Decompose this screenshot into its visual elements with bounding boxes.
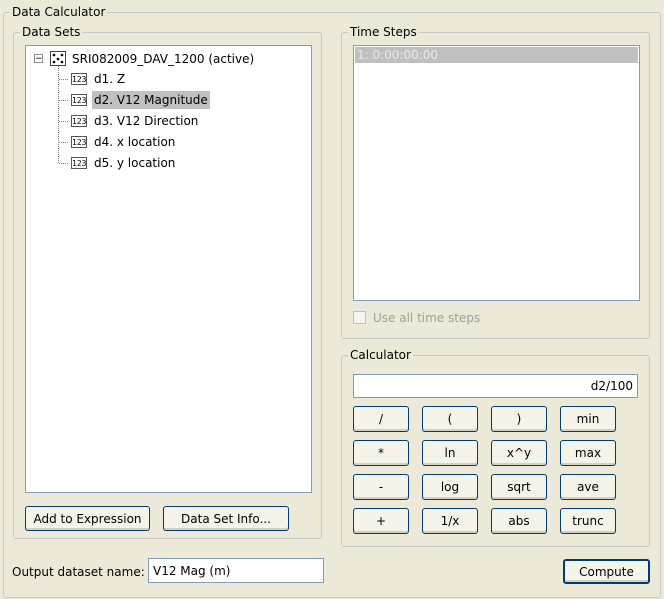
tree-line-h4 bbox=[59, 142, 68, 143]
data-set-info-button[interactable]: Data Set Info... bbox=[163, 506, 289, 531]
numeric-dataset-icon: 123 bbox=[71, 136, 87, 148]
reciprocal-button[interactable]: 1/x bbox=[422, 508, 478, 534]
dataset-label: d5. y location bbox=[94, 156, 176, 170]
mesh-icon bbox=[50, 51, 66, 66]
time-step-label: 1: 0:00:00:00 bbox=[357, 48, 439, 62]
add-to-expression-button[interactable]: Add to Expression bbox=[25, 506, 150, 531]
abs-button[interactable]: abs bbox=[491, 508, 547, 534]
close-paren-button[interactable]: ) bbox=[491, 406, 547, 432]
time-steps-legend: Time Steps bbox=[348, 25, 419, 39]
add-button[interactable]: + bbox=[353, 508, 409, 534]
data-sets-legend: Data Sets bbox=[20, 25, 83, 39]
tree-expander-icon[interactable]: − bbox=[34, 54, 43, 64]
output-dataset-name-label: Output dataset name: bbox=[12, 565, 145, 579]
numeric-dataset-icon: 123 bbox=[71, 157, 87, 169]
use-all-time-steps-label: Use all time steps bbox=[373, 311, 481, 325]
time-step-item[interactable]: 1: 0:00:00:00 bbox=[355, 47, 638, 63]
dataset-label: d3. V12 Direction bbox=[94, 114, 199, 128]
compute-button[interactable]: Compute bbox=[563, 559, 650, 584]
ln-button[interactable]: ln bbox=[422, 440, 478, 466]
sqrt-button[interactable]: sqrt bbox=[491, 474, 547, 500]
numeric-dataset-icon: 123 bbox=[71, 73, 87, 85]
dataset-label: d4. x location bbox=[94, 135, 176, 149]
divide-button[interactable]: / bbox=[353, 406, 409, 432]
trunc-button[interactable]: trunc bbox=[560, 508, 616, 534]
max-button[interactable]: max bbox=[560, 440, 616, 466]
tree-root-label: SRI082009_DAV_1200 (active) bbox=[72, 52, 255, 66]
open-paren-button[interactable]: ( bbox=[422, 406, 478, 432]
tree-line-h3 bbox=[59, 121, 68, 122]
multiply-button[interactable]: * bbox=[353, 440, 409, 466]
expression-input[interactable] bbox=[353, 374, 638, 398]
log-button[interactable]: log bbox=[422, 474, 478, 500]
dataset-label-selected: d2. V12 Magnitude bbox=[92, 91, 210, 109]
data-sets-tree[interactable]: − SRI082009_DAV_1200 (active) 123 d1. Z … bbox=[25, 45, 312, 493]
min-button[interactable]: min bbox=[560, 406, 616, 432]
tree-line-vertical bbox=[58, 66, 59, 163]
subtract-button[interactable]: - bbox=[353, 474, 409, 500]
time-steps-list[interactable]: 1: 0:00:00:00 bbox=[353, 45, 640, 301]
numeric-dataset-icon: 123 bbox=[71, 115, 87, 127]
numeric-dataset-icon: 123 bbox=[71, 94, 87, 106]
window-title: Data Calculator bbox=[10, 5, 108, 19]
tree-line-h1 bbox=[59, 79, 68, 80]
dataset-label: d1. Z bbox=[94, 72, 126, 86]
power-button[interactable]: x^y bbox=[491, 440, 547, 466]
calculator-legend: Calculator bbox=[348, 348, 413, 362]
tree-line-h2 bbox=[59, 100, 68, 101]
tree-line-h5 bbox=[59, 163, 68, 164]
output-dataset-name-input[interactable] bbox=[148, 558, 324, 583]
tree-expander-glyph: − bbox=[35, 54, 43, 64]
use-all-time-steps-checkbox[interactable] bbox=[353, 311, 366, 324]
ave-button[interactable]: ave bbox=[560, 474, 616, 500]
